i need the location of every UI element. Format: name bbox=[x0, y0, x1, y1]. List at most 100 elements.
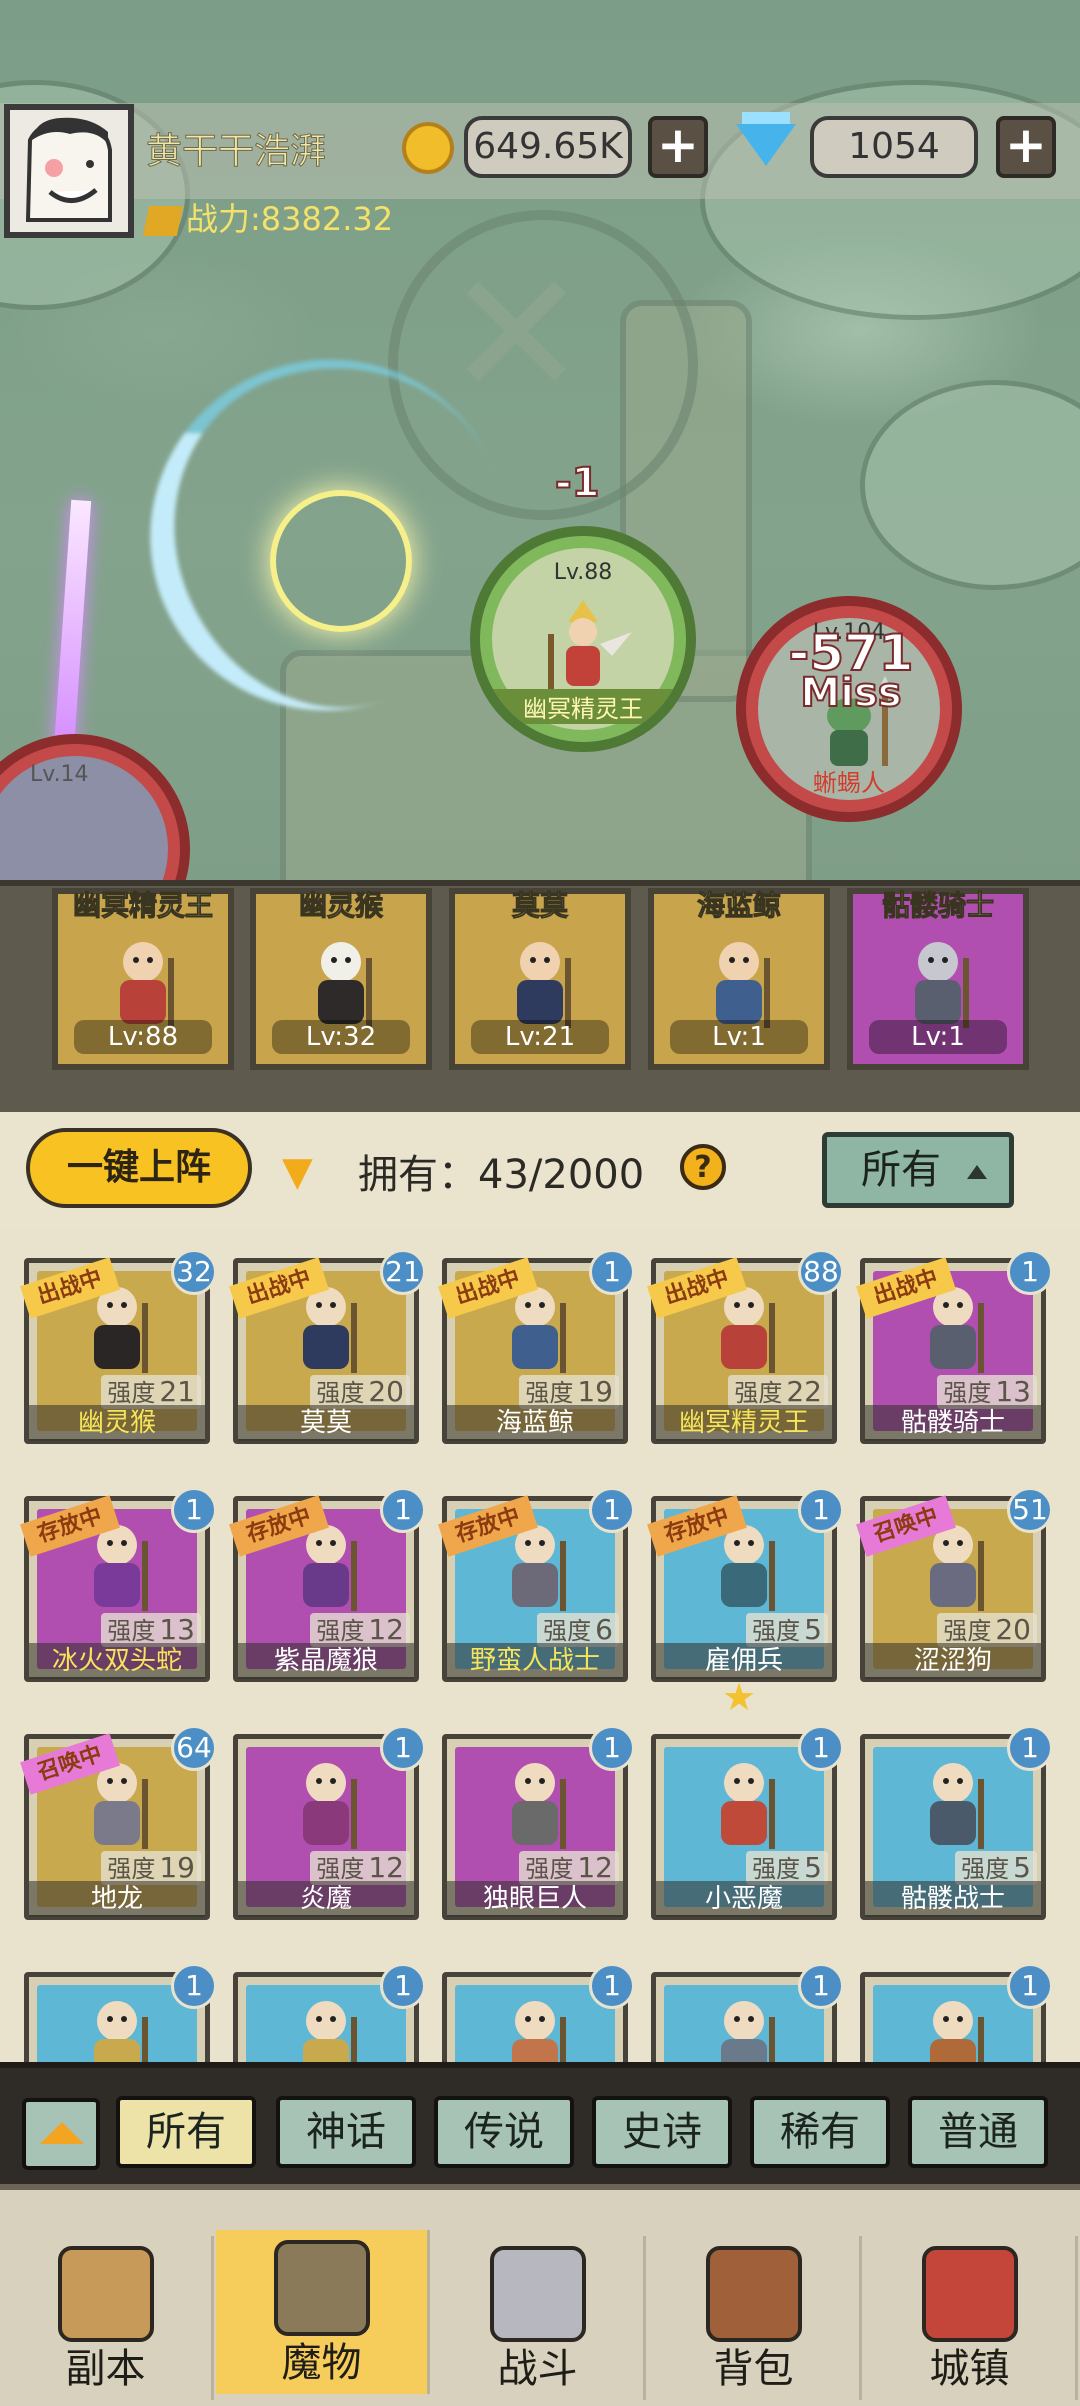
lineup-slot[interactable]: 骷髅骑士 Lv:1 bbox=[847, 888, 1029, 1070]
monster-card[interactable]: 出战中 21 强度 20 莫莫 bbox=[229, 1249, 426, 1444]
help-icon[interactable]: ? bbox=[680, 1144, 726, 1190]
monster-card[interactable]: 出战中 1 强度 13 骷髅骑士 bbox=[856, 1249, 1053, 1444]
level-badge: 1 bbox=[798, 1487, 844, 1533]
unit-level: Lv.88 bbox=[553, 560, 613, 585]
monster-name: 莫莫 bbox=[238, 1405, 414, 1441]
filter-selected: 所有 bbox=[861, 1147, 941, 1193]
rarity-filter-button[interactable]: 所有 bbox=[116, 2096, 256, 2168]
rarity-filter-button[interactable]: 普通 bbox=[908, 2096, 1048, 2168]
strength-label: 强度 bbox=[734, 1379, 783, 1407]
monster-card[interactable]: 1 强度 5 骷髅战士 bbox=[860, 1725, 1053, 1920]
monster-card[interactable]: 出战中 1 强度 19 海蓝鲸 bbox=[438, 1249, 635, 1444]
rarity-filter-bar: 所有 神话 传说 史诗 稀有 普通 bbox=[0, 2062, 1080, 2190]
rarity-filter-button[interactable]: 史诗 bbox=[592, 2096, 732, 2168]
strength-label: 强度 bbox=[752, 1855, 801, 1883]
strength-label: 强度 bbox=[316, 1855, 365, 1883]
strength-number: 22 bbox=[786, 1375, 822, 1408]
strength-value: 强度 20 bbox=[937, 1613, 1037, 1647]
monster-name: 涩涩狗 bbox=[865, 1643, 1041, 1679]
strength-value: 强度 13 bbox=[937, 1375, 1037, 1409]
elf-king-figure bbox=[548, 600, 632, 694]
chevron-up-icon bbox=[967, 1165, 987, 1179]
unit-level: Lv.14 bbox=[30, 762, 89, 787]
unit-circle-left[interactable]: Lv.14 bbox=[0, 734, 190, 900]
nav-tab[interactable]: 城镇 bbox=[864, 2236, 1078, 2400]
strength-value: 强度 6 bbox=[537, 1613, 619, 1647]
monster-figure bbox=[721, 1763, 775, 1849]
strength-number: 21 bbox=[159, 1375, 195, 1408]
filter-dropdown[interactable]: 所有 bbox=[822, 1132, 1014, 1208]
strength-number: 13 bbox=[159, 1613, 195, 1646]
unit-name: 幽冥精灵王 bbox=[480, 689, 686, 724]
star-icon: ★ bbox=[722, 1675, 757, 1719]
strength-value: 强度 21 bbox=[101, 1375, 201, 1409]
monster-card[interactable]: 1 bbox=[860, 1963, 1053, 2068]
rarity-filter-button[interactable]: 稀有 bbox=[750, 2096, 890, 2168]
crossed-swords-emblem-icon: ✕ bbox=[445, 236, 588, 434]
monster-name: 紫晶魔狼 bbox=[238, 1643, 414, 1679]
add-gems-button[interactable]: + bbox=[996, 116, 1056, 178]
level-badge: 1 bbox=[1007, 1725, 1053, 1771]
monster-card[interactable]: 1 bbox=[24, 1963, 217, 2068]
monster-name: 冰火双头蛇 bbox=[29, 1643, 205, 1679]
gem-amount: 1054 bbox=[810, 116, 978, 178]
level-badge: 88 bbox=[798, 1249, 844, 1295]
monster-card[interactable]: 出战中 32 强度 21 幽灵猴 bbox=[20, 1249, 217, 1444]
level-badge: 1 bbox=[798, 1963, 844, 2009]
monster-card[interactable]: 出战中 88 强度 22 幽冥精灵王 bbox=[647, 1249, 844, 1444]
strength-label: 强度 bbox=[525, 1855, 574, 1883]
lineup-slot[interactable]: 莫莫 Lv:21 bbox=[449, 888, 631, 1070]
level-badge: 1 bbox=[589, 1487, 635, 1533]
monster-card[interactable]: 1 bbox=[442, 1963, 635, 2068]
rarity-filter-button[interactable]: 传说 bbox=[434, 2096, 574, 2168]
monster-card[interactable]: 存放中 1 强度 6 野蛮人战士 bbox=[438, 1487, 635, 1682]
level-badge: 1 bbox=[171, 1963, 217, 2009]
strength-value: 强度 19 bbox=[101, 1851, 201, 1885]
monster-name: 骷髅骑士 bbox=[865, 1405, 1041, 1441]
monster-card[interactable]: 1 bbox=[233, 1963, 426, 2068]
strength-value: 强度 5 bbox=[746, 1613, 828, 1647]
lineup-title: 莫莫 bbox=[511, 889, 568, 923]
nav-tab[interactable]: 背包 bbox=[648, 2236, 862, 2400]
unit-circle-center[interactable]: Lv.88 幽冥精灵王 bbox=[470, 526, 696, 752]
monster-name: 炎魔 bbox=[238, 1881, 414, 1917]
lineup-slot[interactable]: 幽灵猴 Lv:32 bbox=[250, 888, 432, 1070]
collapse-button[interactable] bbox=[22, 2098, 100, 2170]
gold-coin-icon bbox=[402, 122, 454, 174]
strength-label: 强度 bbox=[943, 1379, 992, 1407]
level-badge: 51 bbox=[1007, 1487, 1053, 1533]
rarity-filter-button[interactable]: 神话 bbox=[276, 2096, 416, 2168]
auto-deploy-button[interactable]: 一键上阵 bbox=[26, 1128, 252, 1208]
monster-card[interactable]: 召唤中 64 强度 19 地龙 bbox=[20, 1725, 217, 1920]
monster-card[interactable]: 1 强度 12 独眼巨人 bbox=[442, 1725, 635, 1920]
player-avatar[interactable] bbox=[4, 104, 134, 238]
nav-tab[interactable]: 魔物 bbox=[216, 2230, 430, 2394]
avatar-face-icon bbox=[10, 110, 128, 232]
strength-label: 强度 bbox=[961, 1855, 1010, 1883]
lineup-slot[interactable]: 海蓝鲸 Lv:1 bbox=[648, 888, 830, 1070]
monster-card[interactable]: 1 bbox=[651, 1963, 844, 2068]
backpack-icon bbox=[705, 2246, 802, 2342]
monster-card[interactable]: 1 强度 12 炎魔 bbox=[233, 1725, 426, 1920]
monster-controls: 一键上阵 ▼ 拥有：43/2000 ? 所有 bbox=[0, 1112, 1080, 1234]
monster-card[interactable]: 存放中 1 强度 13 冰火双头蛇 bbox=[20, 1487, 217, 1682]
nav-tab[interactable]: 副本 bbox=[0, 2236, 214, 2400]
strength-label: 强度 bbox=[316, 1379, 365, 1407]
monster-card[interactable]: 存放中 1 强度 12 紫晶魔狼 bbox=[229, 1487, 426, 1682]
strength-number: 19 bbox=[577, 1375, 613, 1408]
strength-number: 20 bbox=[368, 1375, 404, 1408]
strength-value: 强度 22 bbox=[728, 1375, 828, 1409]
lineup-slot[interactable]: 幽冥精灵王 Lv:88 bbox=[52, 888, 234, 1070]
monster-card[interactable]: 召唤中 51 强度 20 涩涩狗 bbox=[856, 1487, 1053, 1682]
monster-card[interactable]: 存放中 1 强度 5 雇佣兵 bbox=[647, 1487, 844, 1682]
shop-building-icon bbox=[921, 2246, 1018, 2342]
strength-label: 强度 bbox=[107, 1855, 156, 1883]
monster-name: 地龙 bbox=[29, 1881, 205, 1917]
strength-label: 强度 bbox=[943, 1617, 992, 1645]
nav-tab[interactable]: 战斗 bbox=[432, 2236, 646, 2400]
monster-figure bbox=[512, 2001, 566, 2068]
map-cloud bbox=[860, 380, 1080, 590]
add-gold-button[interactable]: + bbox=[648, 116, 708, 178]
monster-card[interactable]: 1 强度 5 小恶魔 bbox=[651, 1725, 844, 1920]
monster-figure bbox=[303, 2001, 357, 2068]
